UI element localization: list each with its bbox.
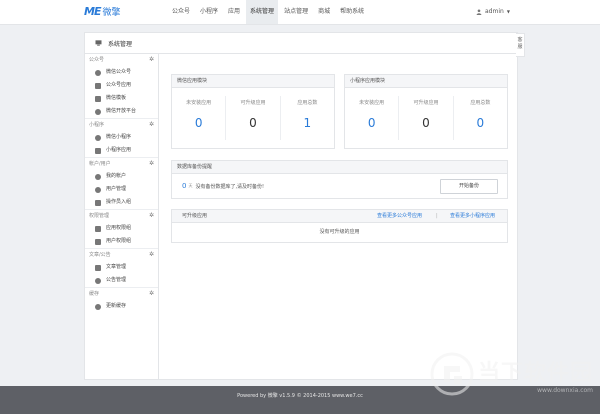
wechat-apps-card-title: 微信应用模块 — [172, 75, 334, 88]
brand-mark: ME — [84, 5, 101, 18]
sidebar-item-user-management[interactable]: 用户管理 — [85, 183, 158, 196]
more-official-apps-link[interactable]: 查看更多公众号应用 — [377, 210, 422, 222]
sidebar-item-wechat-official[interactable]: 微信公众号 — [85, 66, 158, 79]
stat-upgradable[interactable]: 可升级应用 0 — [399, 96, 454, 140]
backup-reminder-card: 数据库备份提醒 0 天 没有备份数据库了,请及时备份! 开始备份 — [171, 160, 508, 199]
stat-value: 0 — [476, 116, 485, 130]
user-name: admin — [485, 8, 504, 15]
watermark: 当下软件园 www.downxia.com — [430, 352, 593, 396]
users-icon — [95, 186, 101, 193]
refresh-icon — [95, 303, 101, 310]
watermark-text: 当下软件园 www.downxia.com — [478, 355, 593, 394]
nav-item-site[interactable]: 站点管理 — [280, 0, 312, 24]
sidebar-item-my-account[interactable]: 我的帐户 — [85, 170, 158, 183]
mini-apps-card-title: 小程序应用模块 — [345, 75, 507, 88]
upgradable-apps-empty: 没有可升级的应用 — [319, 229, 360, 235]
wechat-icon — [95, 69, 101, 76]
operator-icon — [95, 199, 101, 206]
group-icon — [95, 238, 101, 245]
sidebar-item-update-cache[interactable]: 更新缓存 — [85, 300, 158, 313]
sidebar-item-mini-apps[interactable]: 小程序应用 — [85, 144, 158, 157]
sidebar: 公众号 ✲ 微信公众号 公众号应用 微信模板 微信开放平台 小程序 ✲ 微信小程… — [85, 54, 159, 379]
apps-icon — [95, 82, 101, 89]
sidebar-group-accounts[interactable]: 帐户/用户 ✲ — [85, 157, 158, 170]
wechat-apps-stats: 未安装应用 0 可升级应用 0 应用总数 1 — [172, 88, 334, 148]
system-panel: 系统管理 公众号 ✲ 微信公众号 公众号应用 微信模板 微信开放平台 小程序 ✲ — [84, 32, 518, 380]
upgradable-apps-card: 可升级应用 查看更多公众号应用 | 查看更多小程序应用 没有可升级的应用 — [171, 209, 508, 243]
stat-total[interactable]: 应用总数 0 — [454, 96, 507, 140]
nav-item-system[interactable]: 系统管理 — [246, 0, 279, 24]
nav-item-miniprogram[interactable]: 小程序 — [196, 0, 222, 24]
customer-service-tab[interactable]: 客服 — [516, 33, 525, 57]
watermark-name: 当下软件园 — [478, 360, 594, 386]
stat-total[interactable]: 应用总数 1 — [281, 96, 334, 140]
wechat-icon — [95, 134, 101, 141]
backup-message: 没有备份数据库了,请及时备份! — [195, 183, 265, 190]
start-backup-button[interactable]: 开始备份 — [440, 179, 498, 194]
nav-item-store[interactable]: 商城 — [314, 0, 334, 24]
link-separator: | — [436, 213, 438, 219]
sidebar-item-open-platform[interactable]: 微信开放平台 — [85, 105, 158, 118]
gear-icon[interactable]: ✲ — [149, 119, 154, 131]
mini-apps-card: 小程序应用模块 未安装应用 0 可升级应用 0 应用总数 0 — [344, 74, 508, 149]
top-navbar: ME 微擎 公众号 小程序 应用 系统管理 站点管理 商城 帮助系统 admin… — [0, 0, 600, 25]
sidebar-group-permissions[interactable]: 权限管理 ✲ — [85, 209, 158, 222]
nav-item-apps[interactable]: 应用 — [224, 0, 244, 24]
sidebar-group-official[interactable]: 公众号 ✲ — [85, 54, 158, 66]
nav-item-help[interactable]: 帮助系统 — [336, 0, 368, 24]
template-icon — [95, 95, 101, 102]
stat-value: 0 — [249, 116, 257, 130]
backup-row: 0 天 没有备份数据库了,请及时备份! 开始备份 — [172, 174, 507, 198]
backup-card-title: 数据库备份提醒 — [172, 161, 507, 174]
stat-not-installed[interactable]: 未安装应用 0 — [345, 96, 400, 140]
platform-icon — [95, 108, 101, 115]
sidebar-item-article-management[interactable]: 文章管理 — [85, 261, 158, 274]
user-icon — [95, 173, 101, 180]
sidebar-group-articles[interactable]: 文章/公告 ✲ — [85, 248, 158, 261]
main-nav: 公众号 小程序 应用 系统管理 站点管理 商城 帮助系统 — [168, 0, 370, 24]
sidebar-group-cache[interactable]: 缓存 ✲ — [85, 287, 158, 300]
sidebar-item-operators[interactable]: 操作员入组 — [85, 196, 158, 209]
stat-value: 0 — [422, 116, 430, 130]
notice-icon — [95, 277, 101, 284]
chevron-down-icon: ▼ — [506, 9, 510, 14]
sidebar-group-miniprogram[interactable]: 小程序 ✲ — [85, 118, 158, 131]
sidebar-item-app-permission-group[interactable]: 应用权限组 — [85, 222, 158, 235]
stat-value: 0 — [367, 116, 376, 130]
stat-value: 1 — [303, 116, 312, 130]
gear-icon[interactable]: ✲ — [149, 249, 154, 261]
watermark-url: www.downxia.com — [537, 386, 594, 394]
sidebar-item-notice-management[interactable]: 公告管理 — [85, 274, 158, 287]
user-icon — [476, 9, 482, 15]
article-icon — [95, 264, 101, 271]
sidebar-item-templates[interactable]: 微信模板 — [85, 92, 158, 105]
monitor-icon — [95, 40, 102, 46]
sidebar-item-wechat-mini[interactable]: 微信小程序 — [85, 131, 158, 144]
brand-name: 微擎 — [102, 8, 121, 18]
upgradable-apps-header: 可升级应用 查看更多公众号应用 | 查看更多小程序应用 — [172, 210, 507, 223]
upgradable-apps-title: 可升级应用 — [182, 213, 208, 219]
brand-logo[interactable]: ME 微擎 — [84, 5, 120, 18]
gear-icon[interactable]: ✲ — [149, 54, 154, 66]
sidebar-item-user-permission-group[interactable]: 用户权限组 — [85, 235, 158, 248]
backup-days: 0 — [182, 182, 187, 190]
gear-icon[interactable]: ✲ — [149, 158, 154, 170]
gear-icon[interactable]: ✲ — [149, 288, 154, 300]
user-menu[interactable]: admin ▼ — [476, 0, 510, 24]
group-icon — [95, 225, 101, 232]
mini-apps-stats: 未安装应用 0 可升级应用 0 应用总数 0 — [345, 88, 507, 148]
sidebar-item-official-apps[interactable]: 公众号应用 — [85, 79, 158, 92]
stat-value: 0 — [194, 116, 203, 130]
watermark-logo-icon — [430, 352, 474, 396]
more-mini-apps-link[interactable]: 查看更多小程序应用 — [450, 210, 495, 222]
apps-icon — [95, 147, 101, 154]
stat-not-installed[interactable]: 未安装应用 0 — [172, 96, 227, 140]
panel-header: 系统管理 — [85, 33, 517, 54]
gear-icon[interactable]: ✲ — [149, 210, 154, 222]
wechat-apps-card: 微信应用模块 未安装应用 0 可升级应用 0 应用总数 1 — [171, 74, 335, 149]
page-title: 系统管理 — [108, 40, 133, 48]
backup-days-unit: 天 — [188, 183, 193, 188]
nav-item-official[interactable]: 公众号 — [168, 0, 194, 24]
stat-upgradable[interactable]: 可升级应用 0 — [226, 96, 281, 140]
